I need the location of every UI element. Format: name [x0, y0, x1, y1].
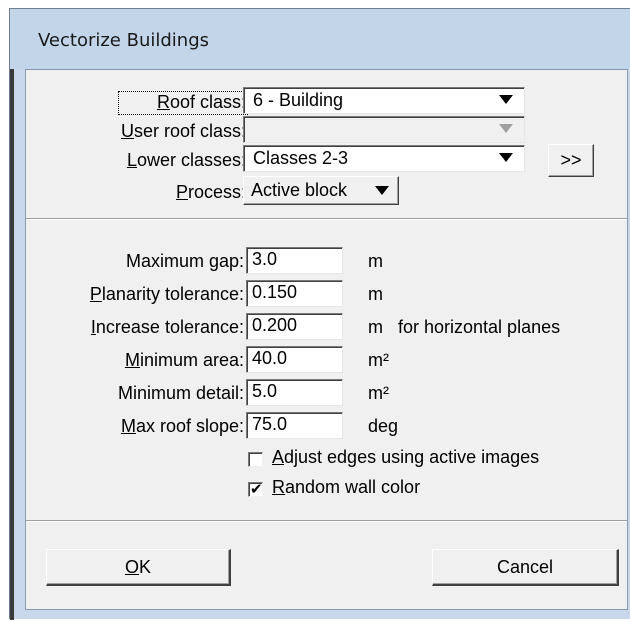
process-dropdown[interactable]: Active block [243, 176, 399, 205]
roof-class-dropdown[interactable]: 6 - Building [243, 87, 525, 114]
ok-button[interactable]: OK [46, 549, 231, 586]
planarity-tolerance-label: Planarity tolerance: [26, 284, 244, 305]
planarity-label-accel: P [89, 284, 102, 304]
chevron-down-icon [499, 95, 513, 104]
user-roof-class-label: User roof class: [66, 121, 246, 142]
min-area-unit: m² [368, 350, 389, 370]
separator [26, 520, 627, 522]
min-area-label: Minimum area: [26, 350, 244, 371]
screen: Vectorize Buildings Roof class: 6 - Buil… [0, 0, 630, 620]
check-icon: ✔ [250, 480, 263, 498]
adjust-edges-checkbox[interactable] [248, 452, 263, 467]
process-label: Process: [86, 182, 246, 203]
adjust-edges-label[interactable]: Adjust edges using active images [272, 447, 539, 468]
max-roof-slope-input[interactable]: 75.0 [246, 412, 343, 439]
cancel-button[interactable]: Cancel [432, 549, 619, 586]
dialog-client-area: Roof class: 6 - Building User roof class… [25, 69, 628, 610]
random-wall-color-label[interactable]: Random wall color [272, 477, 420, 498]
process-label-accel: P [175, 182, 188, 202]
dialog-window: Vectorize Buildings Roof class: 6 - Buil… [9, 8, 630, 620]
min-detail-label: Minimum detail: [117, 383, 244, 403]
max-slope-label-accel: M [120, 416, 136, 436]
increase-tolerance-input[interactable]: 0.200 [246, 313, 343, 340]
min-area-label-accel: M [124, 350, 140, 370]
roof-class-value: 6 - Building [253, 90, 344, 110]
window-edge [10, 9, 14, 620]
lower-classes-dropdown[interactable]: Classes 2-3 [243, 145, 525, 172]
ok-button-text: K [139, 557, 152, 577]
planarity-tolerance-unit: m [368, 284, 383, 304]
max-gap-input[interactable]: 3.0 [246, 247, 343, 274]
adjust-edges-label-text: djust edges using active images [284, 447, 540, 467]
adjust-edges-label-accel: A [272, 447, 285, 467]
lower-classes-label-text: ower classes: [136, 150, 246, 170]
random-wall-color-checkbox[interactable]: ✔ [248, 480, 263, 498]
user-roof-class-label-accel: U [120, 121, 134, 141]
min-area-input[interactable]: 40.0 [246, 346, 343, 373]
increase-tolerance-note: for horizontal planes [398, 317, 561, 337]
max-roof-slope-unit: deg [368, 416, 399, 436]
title-bar[interactable]: Vectorize Buildings [10, 9, 630, 69]
increase-tolerance-unit: m [368, 317, 383, 337]
max-slope-label-text: ax roof slope: [135, 416, 244, 436]
random-wall-label-accel: R [272, 477, 285, 497]
random-wall-label-text: andom wall color [285, 477, 421, 497]
min-area-label-text: inimum area: [139, 350, 244, 370]
lower-classes-label: Lower classes: [66, 150, 246, 171]
increase-label-text: ncrease tolerance: [95, 317, 244, 337]
lower-classes-value: Classes 2-3 [253, 148, 349, 168]
max-gap-label: Maximum gap: [125, 251, 244, 271]
min-detail-unit: m² [368, 383, 389, 403]
chevron-down-icon [375, 186, 389, 195]
process-value: Active block [251, 180, 348, 200]
chevron-down-icon [499, 153, 513, 162]
focus-indicator [118, 91, 248, 115]
more-classes-button[interactable]: >> [548, 144, 594, 177]
max-roof-slope-label: Max roof slope: [26, 416, 244, 437]
planarity-tolerance-input[interactable]: 0.150 [246, 280, 343, 307]
user-roof-class-label-text: ser roof class: [133, 121, 246, 141]
chevron-down-icon [499, 124, 513, 133]
max-gap-unit: m [368, 251, 383, 271]
increase-tolerance-label: Increase tolerance: [26, 317, 244, 338]
lower-classes-label-accel: L [126, 150, 137, 170]
window-title: Vectorize Buildings [38, 30, 209, 51]
planarity-label-text: lanarity tolerance: [101, 284, 244, 304]
roof-class-label: Roof class: [106, 91, 248, 115]
process-label-text: rocess: [187, 182, 246, 202]
min-detail-input[interactable]: 5.0 [246, 379, 343, 406]
ok-button-accel: O [124, 557, 139, 577]
user-roof-class-dropdown[interactable] [243, 116, 525, 143]
separator [26, 218, 627, 220]
